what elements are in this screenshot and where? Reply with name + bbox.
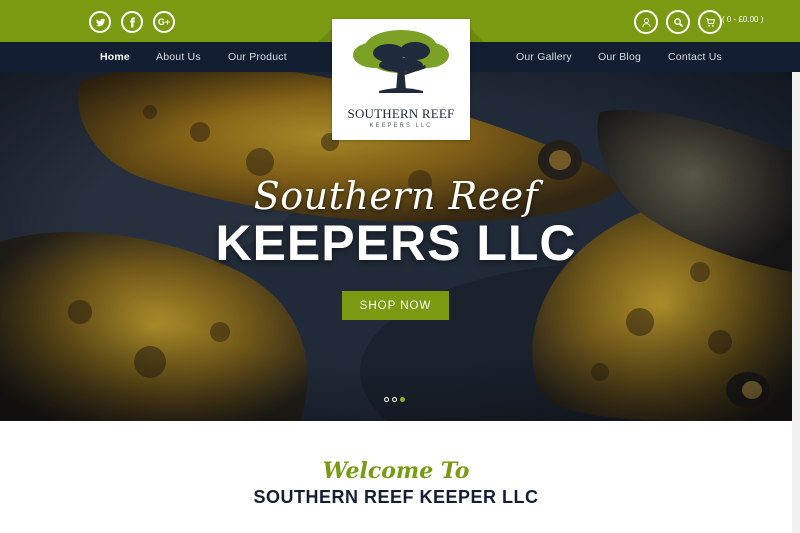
google-plus-icon[interactable]: G+ [153,11,175,33]
cart-summary[interactable]: ( 0 - £0.00 ) [722,15,763,24]
nav-our-blog[interactable]: Our Blog [598,51,641,63]
nav-about-us[interactable]: About Us [156,51,201,63]
slider-dot-3[interactable] [400,397,405,402]
search-icon[interactable] [666,10,690,34]
welcome-title: SOUTHERN REEF KEEPER LLC [253,487,539,507]
welcome-script-heading: Welcome To [322,458,470,484]
site-logo[interactable]: SOUTHERN REEF KEEPERS LLC [332,19,470,140]
hero-script-heading: Southern Reef [253,174,539,218]
facebook-icon[interactable] [121,11,143,33]
scrollbar[interactable] [792,72,800,533]
hero-title: KEEPERS LLC [215,215,577,271]
nav-our-product[interactable]: Our Product [228,51,287,63]
user-icon[interactable] [634,10,658,34]
twitter-icon[interactable] [89,11,111,33]
nav-our-gallery[interactable]: Our Gallery [516,51,572,63]
logo-name: SOUTHERN REEF [347,106,455,121]
tree-logo-icon [353,30,449,93]
nav-contact-us[interactable]: Contact Us [668,51,722,63]
slider-dot-2[interactable] [392,397,397,402]
nav-home[interactable]: Home [100,51,130,63]
slider-dot-1[interactable] [384,397,389,402]
logo-subtitle: KEEPERS LLC [369,123,433,129]
shop-now-button[interactable]: SHOP NOW [342,291,449,320]
cart-icon[interactable] [698,10,722,34]
slider-dots [384,397,405,402]
